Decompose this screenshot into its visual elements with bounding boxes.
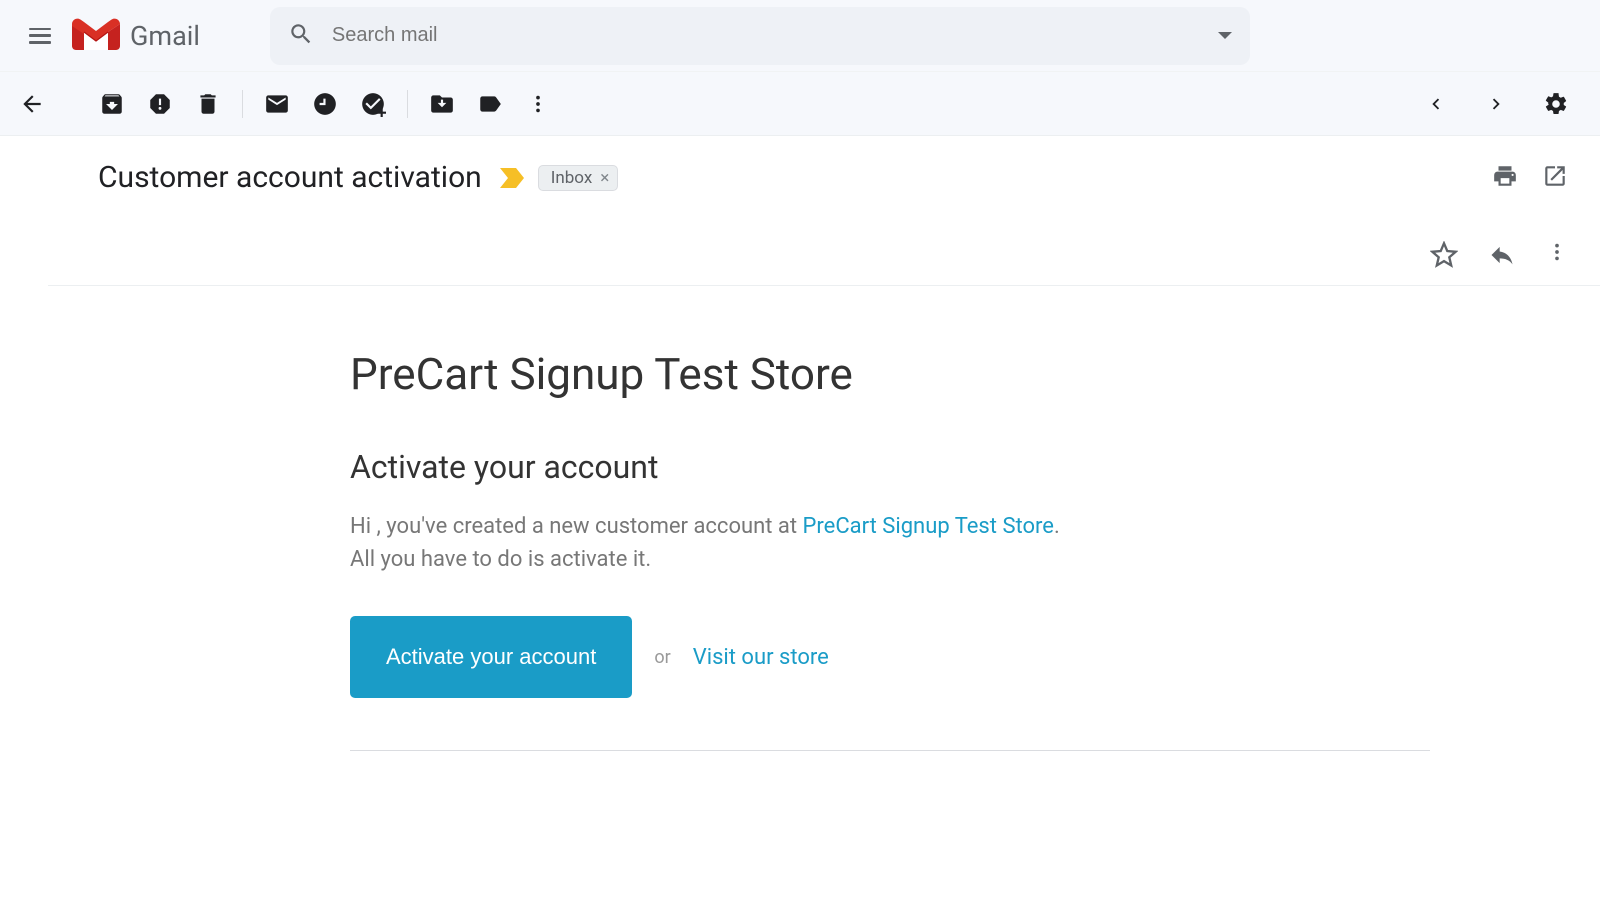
email-body: PreCart Signup Test Store Activate your … (48, 285, 1600, 751)
toolbar-separator (407, 90, 408, 118)
add-to-tasks-button[interactable] (349, 80, 397, 128)
report-spam-button[interactable] (136, 80, 184, 128)
logo-area[interactable]: Gmail (72, 18, 200, 54)
print-button[interactable] (1492, 163, 1518, 193)
body-paragraph: Hi , you've created a new customer accou… (350, 510, 1090, 576)
message-actions (0, 205, 1600, 285)
star-button[interactable] (1430, 241, 1458, 273)
search-options-dropdown-icon[interactable] (1218, 32, 1232, 39)
activate-heading: Activate your account (350, 448, 1430, 486)
remove-label-icon[interactable]: × (600, 168, 609, 188)
app-header: Gmail (0, 0, 1600, 72)
move-to-button[interactable] (418, 80, 466, 128)
more-actions-button[interactable] (514, 80, 562, 128)
open-new-window-button[interactable] (1542, 163, 1568, 193)
mark-unread-button[interactable] (253, 80, 301, 128)
category-arrow-icon (500, 168, 524, 188)
labels-button[interactable] (466, 80, 514, 128)
label-text: Inbox (551, 168, 593, 188)
archive-button[interactable] (88, 80, 136, 128)
or-text: or (654, 647, 670, 668)
divider (350, 750, 1430, 751)
toolbar-separator (242, 90, 243, 118)
settings-button[interactable] (1532, 80, 1580, 128)
store-name: PreCart Signup Test Store (350, 348, 1430, 400)
search-icon (288, 21, 314, 51)
label-chip[interactable]: Inbox × (538, 165, 619, 191)
search-input[interactable] (332, 24, 1206, 47)
main-menu-button[interactable] (16, 12, 64, 60)
email-subject: Customer account activation (98, 160, 482, 195)
back-button[interactable] (8, 80, 56, 128)
visit-store-link[interactable]: Visit our store (693, 645, 829, 670)
subject-row: Customer account activation Inbox × (0, 136, 1600, 205)
snooze-button[interactable] (301, 80, 349, 128)
activate-button[interactable]: Activate your account (350, 616, 632, 698)
delete-button[interactable] (184, 80, 232, 128)
reply-button[interactable] (1488, 241, 1516, 273)
newer-button[interactable] (1472, 80, 1520, 128)
cta-row: Activate your account or Visit our store (350, 616, 1430, 698)
greeting-prefix: Hi , you've created a new customer accou… (350, 514, 803, 539)
message-more-button[interactable] (1546, 241, 1568, 273)
older-button[interactable] (1412, 80, 1460, 128)
brand-text: Gmail (130, 20, 200, 52)
hamburger-icon (29, 28, 51, 44)
gmail-logo-icon (72, 18, 120, 54)
search-box[interactable] (270, 7, 1250, 65)
store-link[interactable]: PreCart Signup Test Store (803, 514, 1054, 539)
message-toolbar (0, 72, 1600, 136)
